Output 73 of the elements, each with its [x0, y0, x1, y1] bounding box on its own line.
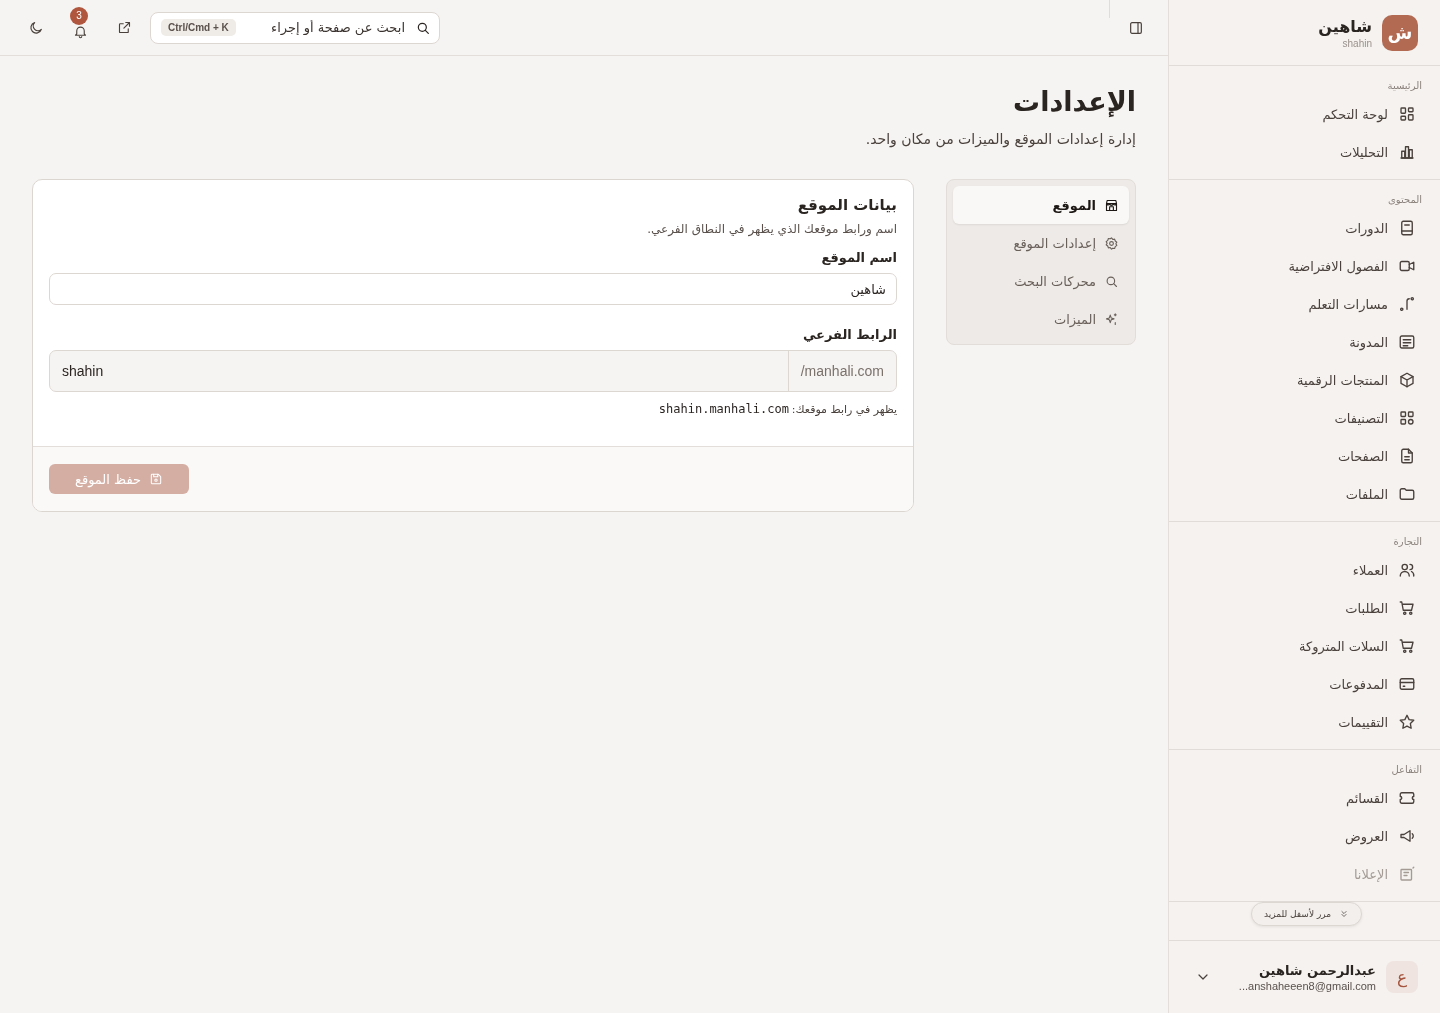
book-icon — [1398, 219, 1416, 237]
grid-icon — [1398, 409, 1416, 427]
moon-icon — [28, 19, 44, 36]
sidebar-item[interactable]: السلات المتروكة — [1185, 627, 1424, 665]
route-icon — [1398, 295, 1416, 313]
folder-icon — [1398, 485, 1416, 503]
settings-tab[interactable]: محركات البحث — [953, 262, 1129, 300]
settings-tab[interactable]: إعدادات الموقع — [953, 224, 1129, 262]
sidebar-item[interactable]: مسارات التعلم — [1185, 285, 1424, 323]
cart-icon — [1398, 637, 1416, 655]
sidebar-item[interactable]: المدونة — [1185, 323, 1424, 361]
sidebar-item[interactable]: التحليلات — [1185, 133, 1424, 171]
user-name: عبدالرحمن شاهين — [1257, 962, 1376, 978]
cube-icon — [1398, 371, 1416, 389]
section-title: التفاعل — [1390, 764, 1423, 777]
sidebar-item[interactable]: الصفحات — [1185, 437, 1424, 475]
subdomain-field[interactable]: shahin /manhali.com — [49, 350, 897, 392]
shortcut-hint: Ctrl/Cmd + K — [161, 19, 236, 36]
brand-slug: shahin — [1341, 37, 1372, 49]
gear-icon — [1104, 235, 1119, 251]
hint-text: يظهر في رابط موقعك: — [791, 403, 897, 416]
field-label: اسم الموقع — [820, 250, 897, 265]
sidebar-item[interactable]: الفصول الافتراضية — [1185, 247, 1424, 285]
field-label: الرابط الفرعي — [801, 327, 897, 342]
subdomain-input[interactable]: shahin — [50, 351, 788, 391]
site-name-field[interactable]: شاهين — [49, 273, 897, 305]
settings-tab[interactable]: الموقع — [953, 186, 1129, 224]
cart-icon — [1398, 599, 1416, 617]
external-link-icon — [116, 20, 132, 35]
domain-suffix: /manhali.com — [787, 351, 896, 391]
chevrons-down-icon — [1339, 909, 1350, 919]
page-title: الإعدادات — [1012, 86, 1136, 117]
sidebar-item[interactable]: المنتجات الرقمية — [1185, 361, 1424, 399]
sidebar-item[interactable]: لوحة التحكم — [1185, 95, 1424, 133]
sidebar-item[interactable]: المدفوعات — [1185, 665, 1424, 703]
bar-chart-icon — [1398, 143, 1416, 161]
notifications-button[interactable]: 3 — [62, 6, 98, 49]
sidebar-item[interactable]: الملفات — [1185, 475, 1424, 513]
ticket-icon — [1398, 789, 1416, 807]
sidebar-item[interactable]: العملاء — [1185, 551, 1424, 589]
settings-tab[interactable]: الميزات — [953, 300, 1129, 338]
sparkles-icon — [1104, 311, 1119, 327]
notification-count: 3 — [70, 6, 88, 25]
dashboard-icon — [1398, 105, 1416, 123]
credit-card-icon — [1398, 675, 1416, 693]
document-lines-icon — [1398, 333, 1416, 351]
user-avatar: ع — [1386, 961, 1418, 993]
card-description: اسم ورابط موقعك الذي يظهر في النطاق الفرعي. — [646, 222, 897, 236]
sidebar-item[interactable]: العروض — [1185, 817, 1424, 855]
section-title: التجارة — [1392, 536, 1423, 549]
panel-icon — [1128, 19, 1144, 36]
sidebar-item[interactable]: القسائم — [1185, 779, 1424, 817]
logo: ش — [1382, 14, 1418, 51]
bell-icon — [72, 24, 88, 39]
megaphone-icon — [1398, 827, 1416, 845]
sidebar-item[interactable]: الدورات — [1185, 209, 1424, 247]
users-icon — [1398, 561, 1416, 579]
scroll-hint[interactable]: مرر لأسفل للمزيد — [1251, 902, 1363, 926]
site-url: shahin.manhali.com — [658, 402, 789, 416]
save-icon — [149, 472, 164, 486]
store-icon — [1104, 197, 1119, 213]
brand-name: شاهين — [1318, 16, 1372, 36]
page-subtitle: إدارة إعدادات الموقع والميزات من مكان واحد. — [864, 131, 1136, 147]
sidebar-item[interactable]: الطلبات — [1185, 589, 1424, 627]
star-icon — [1398, 713, 1416, 731]
file-icon — [1398, 447, 1416, 465]
billboard-icon — [1398, 865, 1416, 883]
sidebar-item[interactable]: التصنيفات — [1185, 399, 1424, 437]
user-email: ...anshaheeen8@gmail.com — [1237, 979, 1376, 992]
section-title: المحتوى — [1386, 194, 1423, 207]
section-title: الرئيسية — [1386, 80, 1423, 93]
sidebar-item[interactable]: التقييمات — [1185, 703, 1424, 741]
card-title: بيانات الموقع — [796, 196, 897, 214]
